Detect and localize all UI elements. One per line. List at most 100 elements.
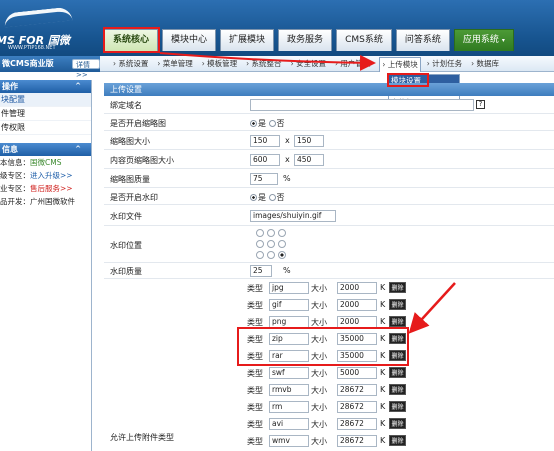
radio-no-label: 否 [276,193,285,202]
sidebar-item-upload-permission[interactable]: 传权限 [0,121,91,135]
delete-button[interactable]: 删除 [389,401,406,412]
radio-no[interactable] [268,120,276,127]
bind-domain-input[interactable] [250,99,474,111]
row-thumb-quality: 缩略图质量 75 % [104,169,554,188]
subnav: › 系统设置 › 菜单管理 › 模板管理 › 系统整合 › 安全设置 › 用户管理 › 上传… [113,56,508,72]
subnav-item-5[interactable]: › 用户管理 [335,56,370,72]
file-ext-input[interactable]: jpg [269,282,309,294]
watermark-file-input[interactable]: images/shuiyin.gif [250,210,336,222]
watermark-position-radio[interactable] [267,240,275,248]
details-button[interactable]: 详情>> [72,59,100,79]
thumb-size-separator: x [285,136,290,145]
delete-button[interactable]: 删除 [389,367,406,378]
tab-app-system[interactable]: 应用系统 ▾ [453,29,514,51]
radio-yes[interactable] [250,120,257,127]
content-thumb-height-input[interactable]: 450 [294,154,324,166]
content-thumb-width-input[interactable]: 600 [250,154,280,166]
thumb-width-input[interactable]: 150 [250,135,280,147]
size-label: 大小 [311,437,327,446]
watermark-position-radio[interactable] [278,229,286,237]
row-watermark-file: 水印文件 images/shuiyin.gif [104,205,554,226]
row-watermark-quality: 水印质量 25 % [104,263,554,279]
info-label: 业专区： [0,184,30,193]
file-ext-input[interactable]: avi [269,418,309,430]
delete-button[interactable]: 删除 [389,282,406,293]
sidebar-ops-header[interactable]: 操作 ^ [0,80,91,93]
file-ext-input[interactable]: rm [269,401,309,413]
tab-app-system-label: 应用系统 [462,35,499,45]
subnav-item-4[interactable]: › 安全设置 [291,56,326,72]
subnav-item-7[interactable]: › 计划任务 [427,56,462,72]
sidebar-info-line: 品开发：广州国微软件 [0,195,91,208]
file-ext-input[interactable]: wmv [269,435,309,447]
size-label: 大小 [311,369,327,378]
watermark-position-radio[interactable] [256,251,264,259]
tab-qa-system[interactable]: 问答系统 [395,29,450,51]
type-label: 类型 [247,403,263,412]
thumb-size-label: 缩略图大小 [110,137,150,146]
size-unit: K [380,368,386,377]
watermark-position-radio[interactable] [256,240,264,248]
watermark-position-label: 水印位置 [110,241,142,250]
subnav-item-6[interactable]: › 上传模块 [379,57,421,72]
type-label: 类型 [247,284,263,293]
sidebar-info-line: 级专区：进入升级>> [0,169,91,182]
tab-cms-system[interactable]: CMS系统 [336,29,392,51]
subnav-item-2[interactable]: › 模板管理 [202,56,237,72]
file-size-input[interactable]: 5000 [337,367,377,379]
logo-swoosh-icon [3,6,73,28]
watermark-position-radio[interactable] [267,251,275,259]
watermark-position-radio[interactable] [278,240,286,248]
size-unit: K [380,300,386,309]
subnav-item-1[interactable]: › 菜单管理 [157,56,192,72]
row-watermark-enable: 是否开启水印 是 否 [104,188,554,205]
subnav-item-0[interactable]: › 系统设置 [113,56,148,72]
help-icon[interactable]: ? [476,100,485,109]
delete-button[interactable]: 删除 [389,299,406,310]
file-size-input[interactable]: 28672 [337,418,377,430]
size-unit: K [380,419,386,428]
watermark-position-radio[interactable] [256,229,264,237]
thumb-height-input[interactable]: 150 [294,135,324,147]
info-value[interactable]: 进入升级>> [30,171,73,180]
delete-button[interactable]: 删除 [389,316,406,327]
delete-button[interactable]: 删除 [389,418,406,429]
tab-extension-modules[interactable]: 扩展模块 [220,29,275,51]
size-label: 大小 [311,284,327,293]
thumb-quality-input[interactable]: 75 [250,173,278,185]
watermark-quality-input[interactable]: 25 [250,265,272,277]
delete-button[interactable]: 删除 [389,435,406,446]
file-size-input[interactable]: 28672 [337,384,377,396]
file-ext-input[interactable]: swf [269,367,309,379]
top-header: MS FOR 国微 WWW.PTIP168.NET 系统核心 模块中心 扩展模块… [0,0,554,56]
watermark-enable-label: 是否开启水印 [110,193,158,202]
collapse-icon[interactable]: ^ [75,80,81,93]
radio-no[interactable] [268,194,276,201]
file-size-input[interactable]: 2000 [337,299,377,311]
watermark-position-radio[interactable] [278,251,286,259]
size-unit: K [380,317,386,326]
sidebar-info-header[interactable]: 信息 ^ [0,143,91,156]
file-ext-input[interactable]: rmvb [269,384,309,396]
watermark-position-radio[interactable] [267,229,275,237]
radio-no-label: 否 [276,119,285,128]
subnav-item-8[interactable]: › 数据库 [471,56,499,72]
info-value[interactable]: 售后服务>> [30,184,73,193]
info-value: 广州国微软件 [30,197,75,206]
panel-title: 上传设置 [104,83,554,96]
subnav-item-3[interactable]: › 系统整合 [246,56,281,72]
file-size-input[interactable]: 2000 [337,282,377,294]
tab-government-services[interactable]: 政务服务 [278,29,333,51]
file-ext-input[interactable]: gif [269,299,309,311]
radio-yes[interactable] [250,194,257,201]
type-label: 类型 [247,301,263,310]
file-size-input[interactable]: 28672 [337,401,377,413]
sidebar-info-line: 本信息：国微CMS [0,156,91,169]
sidebar-item-attachments[interactable]: 件管理 [0,107,91,121]
size-unit: K [380,436,386,445]
file-size-input[interactable]: 28672 [337,435,377,447]
sidebar-item-module-config[interactable]: 块配置 [0,93,91,107]
tab-module-center[interactable]: 模块中心 [162,29,217,51]
collapse-icon[interactable]: ^ [75,143,81,156]
delete-button[interactable]: 删除 [389,384,406,395]
